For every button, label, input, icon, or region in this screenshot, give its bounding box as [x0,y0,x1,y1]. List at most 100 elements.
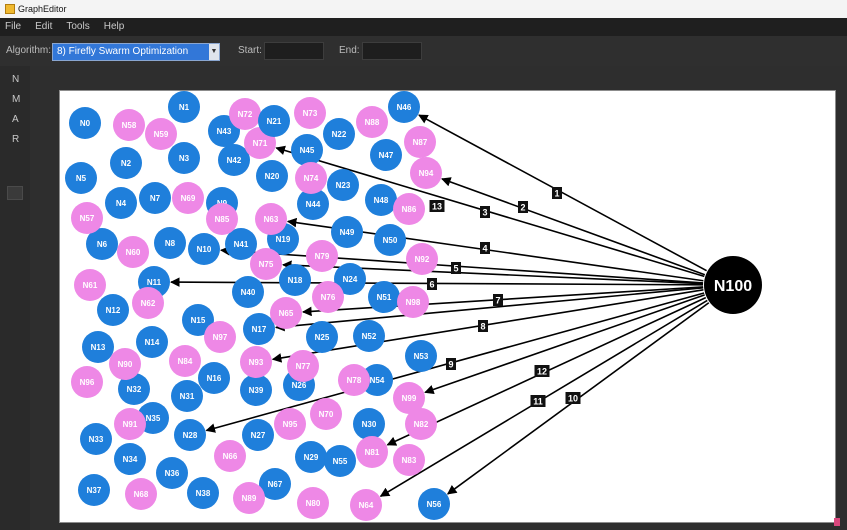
node-n30[interactable]: N30 [353,408,385,440]
edge-n94[interactable] [441,177,706,276]
node-n52[interactable]: N52 [353,320,385,352]
node-n76[interactable]: N76 [312,281,344,313]
node-n90[interactable]: N90 [109,348,141,380]
node-n31[interactable]: N31 [171,380,203,412]
node-n81[interactable]: N81 [356,436,388,468]
node-n37[interactable]: N37 [78,474,110,506]
node-n22[interactable]: N22 [323,118,355,150]
node-n88[interactable]: N88 [356,106,388,138]
node-n96[interactable]: N96 [71,366,103,398]
node-n78[interactable]: N78 [338,364,370,396]
node-n40[interactable]: N40 [232,276,264,308]
svg-text:N23: N23 [336,181,351,190]
node-n46[interactable]: N46 [388,91,420,123]
node-n3[interactable]: N3 [168,142,200,174]
node-n20[interactable]: N20 [256,160,288,192]
node-n50[interactable]: N50 [374,224,406,256]
node-n23[interactable]: N23 [327,169,359,201]
node-n66[interactable]: N66 [214,440,246,472]
node-n83[interactable]: N83 [393,444,425,476]
svg-text:N80: N80 [306,499,321,508]
node-n62[interactable]: N62 [132,287,164,319]
svg-text:N63: N63 [264,215,279,224]
node-n34[interactable]: N34 [114,443,146,475]
edge-n71[interactable] [275,145,705,278]
node-n61[interactable]: N61 [74,269,106,301]
node-n36[interactable]: N36 [156,457,188,489]
graph-svg[interactable]: N0N1N2N3N4N5N6N7N8N9N10N11N12N13N14N15N1… [0,0,847,530]
node-n51[interactable]: N51 [368,281,400,313]
node-n65[interactable]: N65 [270,297,302,329]
node-n5[interactable]: N5 [65,162,97,194]
svg-text:N68: N68 [134,490,149,499]
node-n33[interactable]: N33 [80,423,112,455]
svg-text:N86: N86 [402,205,417,214]
node-n39[interactable]: N39 [240,374,272,406]
hub-node[interactable]: N100 [704,256,762,314]
node-n75[interactable]: N75 [250,248,282,280]
node-n60[interactable]: N60 [117,236,149,268]
node-n57[interactable]: N57 [71,202,103,234]
node-n63[interactable]: N63 [255,203,287,235]
node-n12[interactable]: N12 [97,294,129,326]
svg-text:N49: N49 [340,228,355,237]
node-n69[interactable]: N69 [172,182,204,214]
node-n14[interactable]: N14 [136,326,168,358]
node-n86[interactable]: N86 [393,193,425,225]
node-n70[interactable]: N70 [310,398,342,430]
node-n47[interactable]: N47 [370,139,402,171]
node-n97[interactable]: N97 [204,321,236,353]
node-n27[interactable]: N27 [242,419,274,451]
node-n94[interactable]: N94 [410,157,442,189]
node-n87[interactable]: N87 [404,126,436,158]
node-n68[interactable]: N68 [125,478,157,510]
node-n0[interactable]: N0 [69,107,101,139]
node-n2[interactable]: N2 [110,147,142,179]
node-n95[interactable]: N95 [274,408,306,440]
node-n98[interactable]: N98 [397,286,429,318]
node-n93[interactable]: N93 [240,346,272,378]
svg-text:N25: N25 [315,333,330,342]
svg-text:N16: N16 [207,374,222,383]
node-n56[interactable]: N56 [418,488,450,520]
node-n18[interactable]: N18 [279,264,311,296]
node-n45[interactable]: N45 [291,134,323,166]
node-n80[interactable]: N80 [297,487,329,519]
node-n58[interactable]: N58 [113,109,145,141]
node-n17[interactable]: N17 [243,313,275,345]
node-n55[interactable]: N55 [324,445,356,477]
node-n85[interactable]: N85 [206,203,238,235]
node-n79[interactable]: N79 [306,240,338,272]
svg-text:4: 4 [482,244,487,254]
node-n64[interactable]: N64 [350,489,382,521]
node-n73[interactable]: N73 [294,97,326,129]
node-n13[interactable]: N13 [82,331,114,363]
node-n16[interactable]: N16 [198,362,230,394]
node-n89[interactable]: N89 [233,482,265,514]
edge-n46[interactable] [418,114,707,272]
svg-text:N8: N8 [165,239,176,248]
node-n84[interactable]: N84 [169,345,201,377]
node-n48[interactable]: N48 [365,184,397,216]
node-n29[interactable]: N29 [295,441,327,473]
svg-text:N71: N71 [253,139,268,148]
node-n7[interactable]: N7 [139,182,171,214]
node-n28[interactable]: N28 [174,419,206,451]
node-n91[interactable]: N91 [114,408,146,440]
node-n8[interactable]: N8 [154,227,186,259]
node-n77[interactable]: N77 [287,350,319,382]
node-n10[interactable]: N10 [188,233,220,265]
node-n59[interactable]: N59 [145,118,177,150]
node-n38[interactable]: N38 [187,477,219,509]
node-n92[interactable]: N92 [406,243,438,275]
svg-text:N48: N48 [374,196,389,205]
node-n53[interactable]: N53 [405,340,437,372]
node-n49[interactable]: N49 [331,216,363,248]
node-n1[interactable]: N1 [168,91,200,123]
node-n21[interactable]: N21 [258,105,290,137]
node-n72[interactable]: N72 [229,98,261,130]
node-n4[interactable]: N4 [105,187,137,219]
node-n99[interactable]: N99 [393,382,425,414]
node-n74[interactable]: N74 [295,162,327,194]
node-n25[interactable]: N25 [306,321,338,353]
